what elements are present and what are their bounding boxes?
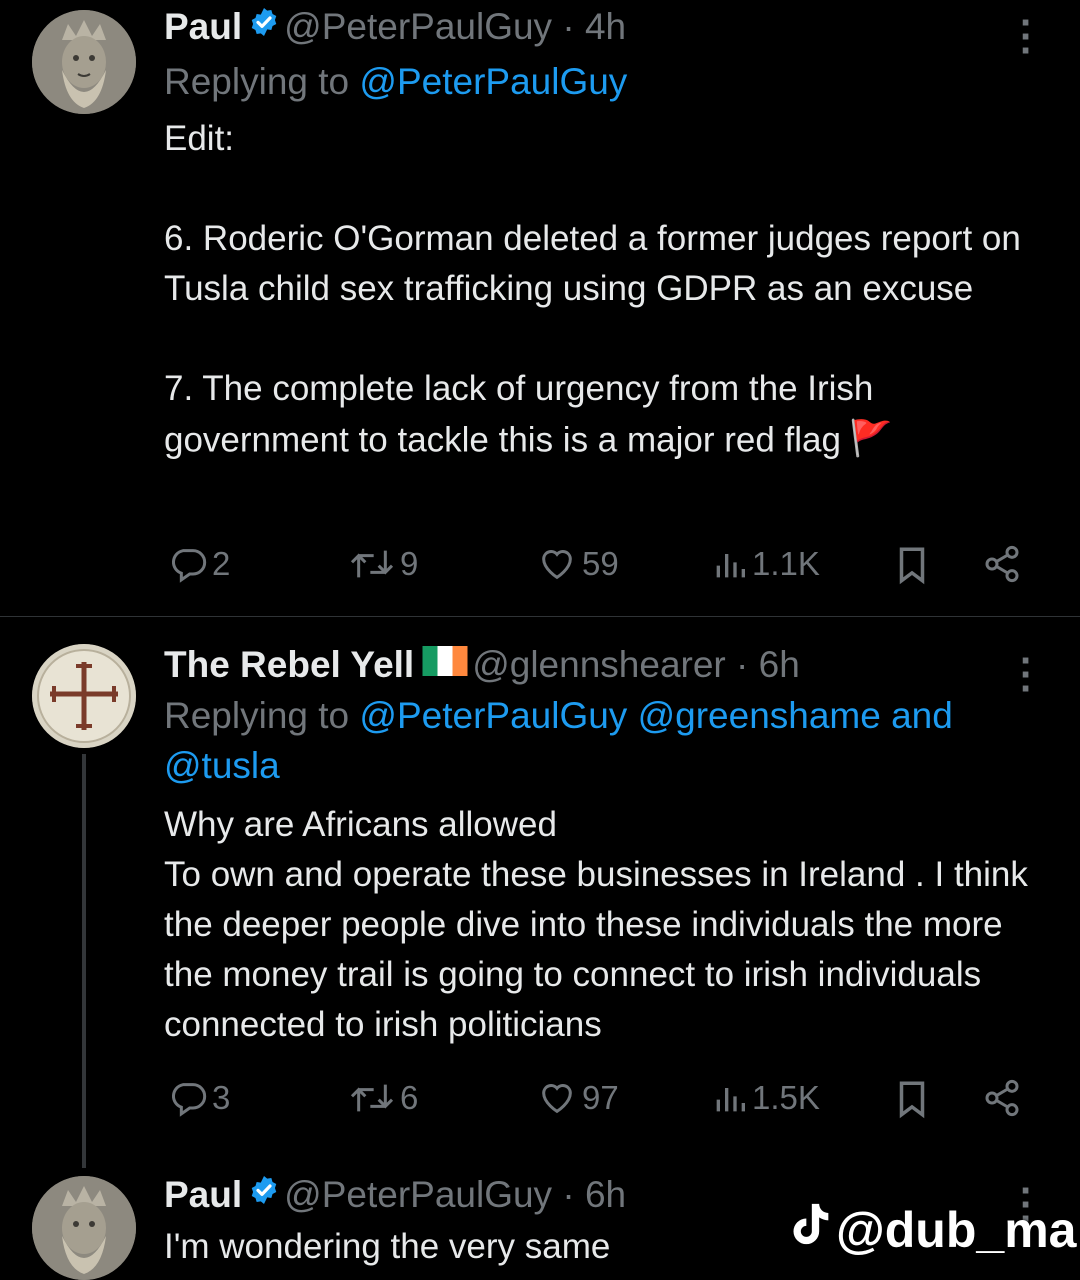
tiktok-logo-icon <box>788 1200 832 1260</box>
tweet-time[interactable]: · 4h <box>562 6 626 47</box>
author-name[interactable]: Paul <box>164 1174 242 1215</box>
tweet-header: The Rebel Yell @glennshearer · 6h <box>164 642 800 692</box>
share-button[interactable] <box>982 544 1022 584</box>
replying-to-label: Replying to <box>164 61 360 102</box>
retweet-button[interactable]: 6 <box>348 1078 418 1118</box>
more-options-icon[interactable]: · · · <box>1020 3 1033 71</box>
share-icon <box>982 544 1022 584</box>
author-handle[interactable]: @PeterPaulGuy <box>284 1174 552 1215</box>
heart-icon <box>536 544 578 584</box>
red-flag-emoji: 🚩 <box>848 419 893 458</box>
views-icon <box>712 544 748 584</box>
replying-to-line-2: @tusla <box>164 744 280 788</box>
replying-to-tusla[interactable]: @tusla <box>164 745 280 786</box>
tweet-divider <box>0 616 1080 617</box>
author-handle[interactable]: @PeterPaulGuy <box>284 6 552 47</box>
bookmark-button[interactable] <box>894 1078 930 1120</box>
like-button[interactable]: 59 <box>536 544 619 584</box>
like-count: 59 <box>582 545 619 582</box>
ireland-flag-icon <box>422 642 468 686</box>
like-button[interactable]: 97 <box>536 1078 619 1118</box>
tweet-header: Paul @PeterPaulGuy · 6h <box>164 1172 626 1222</box>
share-button[interactable] <box>982 1078 1022 1118</box>
reply-icon <box>168 544 208 584</box>
tweet-body: I'm wondering the very same <box>164 1222 764 1272</box>
tweet-text: I'm wondering the very same <box>164 1227 611 1266</box>
verified-badge-icon <box>248 1172 280 1216</box>
heart-icon <box>536 1078 578 1118</box>
tweet-time[interactable]: · 6h <box>736 644 800 685</box>
bookmark-icon <box>894 1078 930 1120</box>
author-name[interactable]: Paul <box>164 6 242 47</box>
avatar-rebel-yell[interactable] <box>32 644 136 748</box>
reply-count: 3 <box>212 1079 231 1116</box>
author-name[interactable]: The Rebel Yell <box>164 644 414 685</box>
replying-to-link[interactable]: @PeterPaulGuy <box>359 61 627 102</box>
reply-count: 2 <box>212 545 231 582</box>
retweet-count: 6 <box>400 1079 419 1116</box>
avatar-paul[interactable] <box>32 10 136 114</box>
replying-to: Replying to @PeterPaulGuy <box>164 60 627 104</box>
retweet-icon <box>348 1078 396 1118</box>
retweet-count: 9 <box>400 545 419 582</box>
views-icon <box>712 1078 748 1118</box>
author-handle[interactable]: @glennshearer <box>472 644 726 685</box>
tweet-body: Why are Africans allowed To own and oper… <box>164 800 1044 1050</box>
more-options-icon[interactable]: · · · <box>1020 641 1033 709</box>
share-icon <box>982 1078 1022 1118</box>
tweet-header: Paul @PeterPaulGuy · 4h <box>164 4 626 54</box>
watermark: @dub_ma <box>788 1200 1076 1260</box>
retweet-button[interactable]: 9 <box>348 544 418 584</box>
bookmark-button[interactable] <box>894 544 930 586</box>
retweet-icon <box>348 544 396 584</box>
thread-line <box>82 754 86 1168</box>
replying-to: Replying to @PeterPaulGuy @greenshame an… <box>164 694 953 738</box>
reply-button[interactable]: 2 <box>168 544 230 584</box>
views-button[interactable]: 1.5K <box>712 1078 820 1118</box>
reply-button[interactable]: 3 <box>168 1078 230 1118</box>
views-button[interactable]: 1.1K <box>712 544 820 584</box>
avatar-paul[interactable] <box>32 1176 136 1280</box>
replying-to-links[interactable]: @PeterPaulGuy @greenshame and <box>359 695 952 736</box>
tweet-time[interactable]: · 6h <box>562 1174 626 1215</box>
views-count: 1.1K <box>752 545 820 582</box>
replying-to-label: Replying to <box>164 695 360 736</box>
bookmark-icon <box>894 544 930 586</box>
like-count: 97 <box>582 1079 619 1116</box>
reply-icon <box>168 1078 208 1118</box>
tweet-body: Edit: 6. Roderic O'Gorman deleted a form… <box>164 114 1044 470</box>
tweet-text: Edit: 6. Roderic O'Gorman deleted a form… <box>164 119 1021 460</box>
views-count: 1.5K <box>752 1079 820 1116</box>
verified-badge-icon <box>248 4 280 48</box>
tweet-text: Why are Africans allowed To own and oper… <box>164 805 1028 1044</box>
watermark-text: @dub_ma <box>836 1202 1077 1258</box>
